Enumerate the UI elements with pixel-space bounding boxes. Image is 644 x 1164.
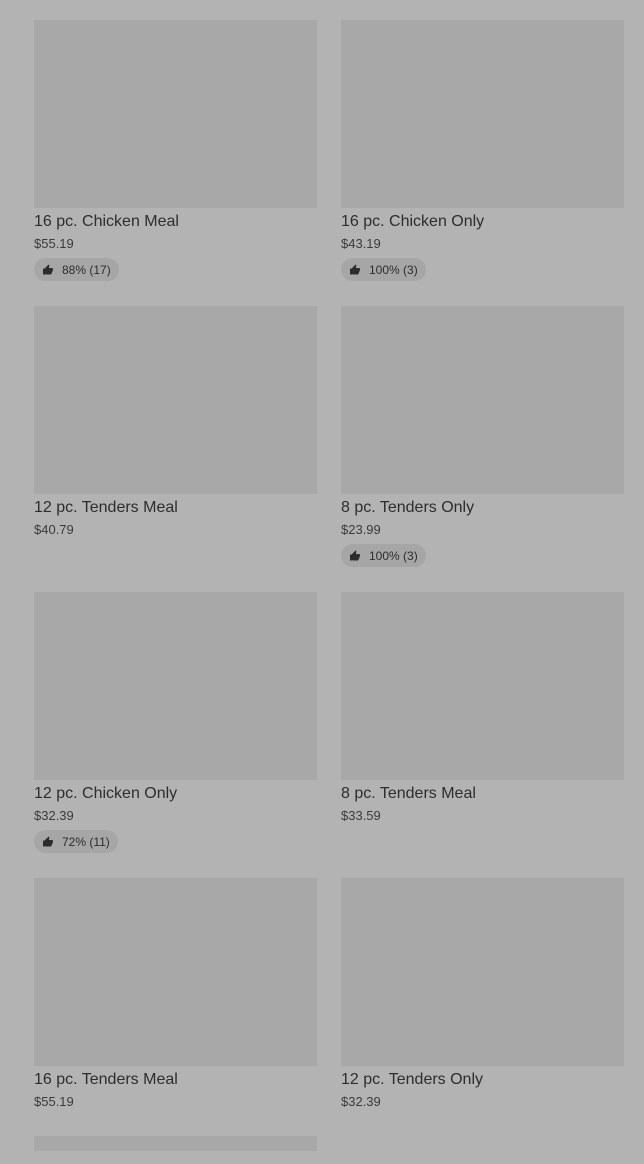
menu-item-grid: 16 pc. Chicken Meal $55.19 88% (17) 16 p… <box>34 20 624 1164</box>
menu-item-image-partial[interactable] <box>34 1136 317 1151</box>
thumbs-up-icon <box>350 264 360 274</box>
rating-text: 100% (3) <box>369 548 418 563</box>
menu-item-title: 12 pc. Chicken Only <box>34 785 178 802</box>
menu-item-price: $33.59 <box>341 808 381 823</box>
menu-item-image[interactable] <box>341 592 624 780</box>
menu-item-title: 8 pc. Tenders Only <box>341 499 475 516</box>
menu-item-title: 12 pc. Tenders Only <box>341 1071 484 1088</box>
thumbs-up-icon <box>43 264 53 274</box>
menu-item-price: $55.19 <box>34 1094 74 1109</box>
menu-item-card[interactable]: 16 pc. Chicken Meal $55.19 88% (17) <box>34 20 317 306</box>
menu-item-price: $55.19 <box>34 236 74 251</box>
menu-item-title: 8 pc. Tenders Meal <box>341 785 476 802</box>
menu-item-card[interactable]: 8 pc. Tenders Meal $33.59 <box>341 592 624 878</box>
menu-item-card[interactable]: 12 pc. Chicken Only $32.39 72% (11) <box>34 592 317 878</box>
rating-text: 72% (11) <box>62 834 110 849</box>
menu-item-price: $32.39 <box>34 808 74 823</box>
menu-item-price: $23.99 <box>341 522 381 537</box>
menu-item-card[interactable]: 16 pc. Tenders Meal $55.19 <box>34 878 317 1164</box>
rating-badge: 100% (3) <box>341 544 426 567</box>
menu-item-image[interactable] <box>341 878 624 1066</box>
rating-text: 88% (17) <box>62 262 111 277</box>
rating-badge: 88% (17) <box>34 258 119 281</box>
rating-badge: 72% (11) <box>34 830 118 853</box>
menu-item-image[interactable] <box>341 306 624 494</box>
menu-item-image[interactable] <box>34 20 317 208</box>
rating-text: 100% (3) <box>369 262 418 277</box>
thumbs-up-icon <box>350 550 360 560</box>
menu-item-price: $40.79 <box>34 522 74 537</box>
menu-item-title: 16 pc. Chicken Only <box>341 213 485 230</box>
menu-item-card[interactable]: 8 pc. Tenders Only $23.99 100% (3) <box>341 306 624 592</box>
menu-item-image[interactable] <box>34 306 317 494</box>
menu-item-price: $43.19 <box>341 236 381 251</box>
thumbs-up-icon <box>43 836 53 846</box>
menu-item-image[interactable] <box>341 20 624 208</box>
menu-item-price: $32.39 <box>341 1094 381 1109</box>
menu-item-image[interactable] <box>34 878 317 1066</box>
menu-item-title: 12 pc. Tenders Meal <box>34 499 178 516</box>
rating-badge: 100% (3) <box>341 258 426 281</box>
menu-item-image[interactable] <box>34 592 317 780</box>
menu-item-card[interactable]: 12 pc. Tenders Only $32.39 <box>341 878 624 1164</box>
menu-item-card[interactable]: 12 pc. Tenders Meal $40.79 <box>34 306 317 592</box>
menu-item-card[interactable]: 16 pc. Chicken Only $43.19 100% (3) <box>341 20 624 306</box>
menu-item-title: 16 pc. Chicken Meal <box>34 213 179 230</box>
menu-item-title: 16 pc. Tenders Meal <box>34 1071 178 1088</box>
